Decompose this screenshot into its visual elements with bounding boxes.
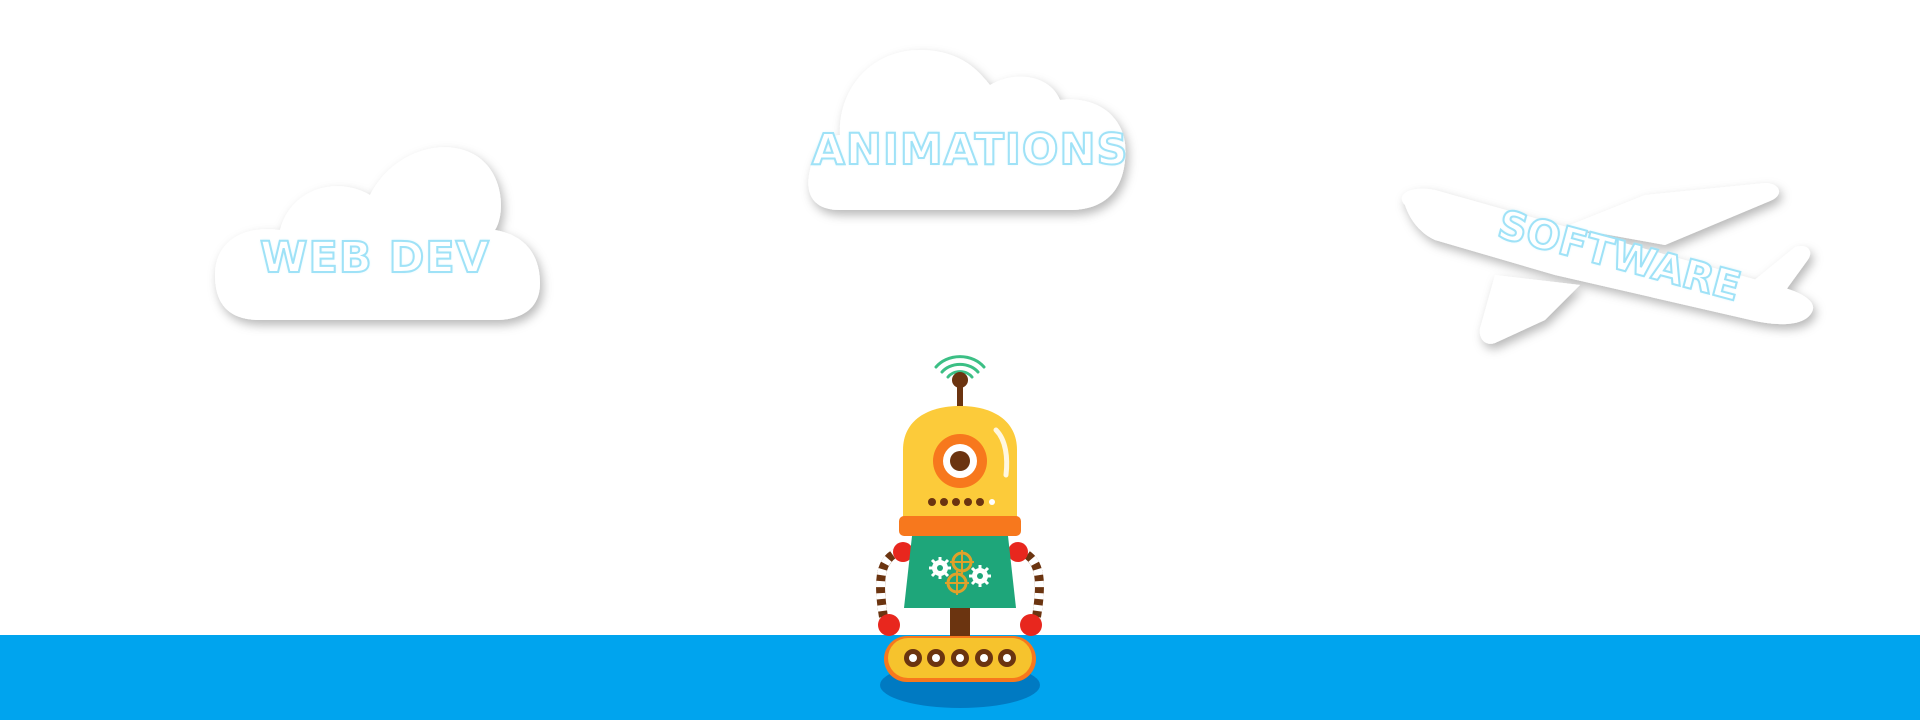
robot-mascot — [868, 340, 1052, 700]
cloud-label-animations: ANIMATIONS — [811, 124, 1129, 176]
robot-icon — [876, 355, 1044, 682]
hero-scene: WEB DEV ANIMATIONS SOFTWARE — [0, 0, 1920, 720]
plane-software[interactable]: SOFTWARE — [1395, 175, 1835, 365]
cloud-web-dev[interactable]: WEB DEV — [205, 135, 545, 335]
cloud-label-web-dev: WEB DEV — [259, 232, 490, 284]
cloud-animations[interactable]: ANIMATIONS — [800, 45, 1140, 225]
